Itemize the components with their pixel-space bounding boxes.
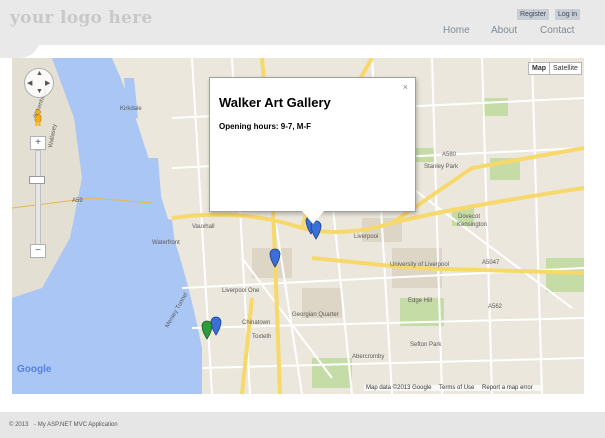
info-window-title: Walker Art Gallery (219, 95, 331, 110)
report-error-link[interactable]: Report a map error (482, 385, 533, 391)
terms-link[interactable]: Terms of Use (439, 385, 474, 391)
zoom-slider-track[interactable] (35, 150, 41, 246)
zoom-slider-thumb[interactable] (29, 176, 45, 184)
map-type-map-button[interactable]: Map (528, 62, 550, 75)
map-marker-4[interactable] (210, 316, 222, 336)
pan-left-icon[interactable]: ◀ (27, 79, 32, 87)
nav-home[interactable]: Home (443, 25, 470, 36)
zoom-in-button[interactable]: + (30, 136, 46, 150)
nav-contact[interactable]: Contact (540, 25, 574, 36)
login-link[interactable]: Log in (555, 9, 581, 20)
footer-separator: - (34, 422, 37, 428)
pan-right-icon[interactable]: ▶ (45, 79, 50, 87)
nav-about[interactable]: About (491, 25, 517, 36)
pan-control[interactable]: ▲ ▼ ◀ ▶ (24, 68, 54, 98)
footer-app-name: My ASP.NET MVC Application (37, 422, 118, 428)
footer-text: © 2013 - My ASP.NET MVC Application (9, 422, 118, 428)
close-icon[interactable]: × (403, 82, 408, 92)
register-link[interactable]: Register (517, 9, 550, 20)
pan-up-icon[interactable]: ▲ (36, 70, 43, 77)
map-marker-5[interactable] (201, 320, 213, 340)
site-logo[interactable]: your logo here (10, 8, 153, 28)
map-data-credit: Map data ©2013 Google (366, 385, 432, 391)
zoom-out-button[interactable]: − (30, 244, 46, 258)
map-marker-3[interactable] (269, 248, 281, 268)
map-type-satellite-button[interactable]: Satellite (549, 62, 582, 75)
info-window-tail (302, 211, 324, 224)
site-footer: © 2013 - My ASP.NET MVC Application (0, 412, 605, 438)
pan-down-icon[interactable]: ▼ (36, 88, 43, 95)
info-window: × Walker Art Gallery Opening hours: 9-7,… (209, 77, 416, 224)
street-view-pegman-icon[interactable] (32, 109, 44, 127)
info-window-hours: Opening hours: 9-7, M-F (219, 122, 311, 131)
google-map[interactable]: Birkenhead Kirkdale Everton Stanley Park… (12, 58, 584, 394)
footer-copyright: © 2013 (9, 422, 29, 428)
google-logo[interactable]: Google (17, 364, 51, 375)
map-credits: Map data ©2013 Google Terms of Use Repor… (364, 385, 541, 391)
logo-bump (0, 38, 40, 58)
